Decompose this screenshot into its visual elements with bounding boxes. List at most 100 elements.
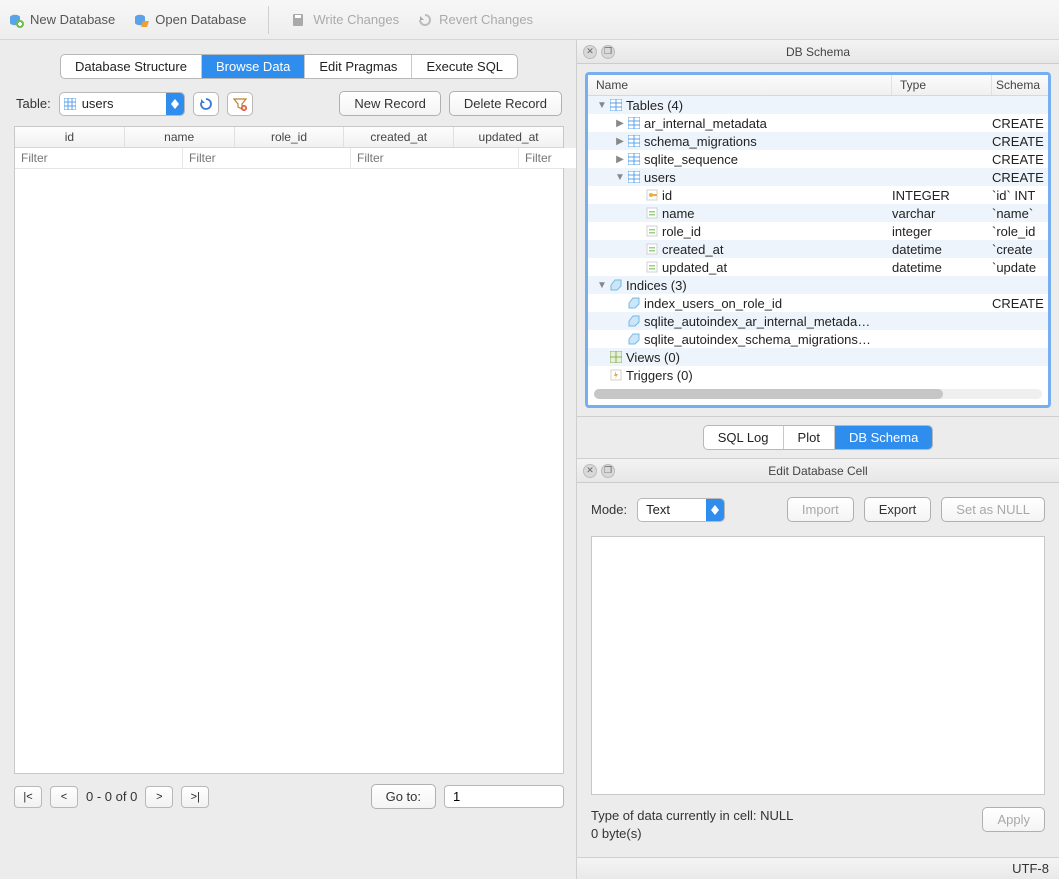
table-icon bbox=[626, 171, 642, 183]
tree-row-name: sqlite_sequence bbox=[642, 152, 892, 167]
page-prev-button[interactable]: < bbox=[50, 786, 78, 808]
write-changes-label: Write Changes bbox=[313, 12, 399, 27]
import-button[interactable]: Import bbox=[787, 497, 854, 522]
grid-header-id[interactable]: id bbox=[15, 127, 125, 147]
tab-edit-pragmas[interactable]: Edit Pragmas bbox=[305, 55, 412, 78]
tree-row-name: name bbox=[660, 206, 892, 221]
chevron-right-icon[interactable]: ▶ bbox=[614, 154, 626, 165]
write-changes-icon bbox=[291, 12, 307, 28]
write-changes-button[interactable]: Write Changes bbox=[291, 12, 399, 28]
chevron-right-icon[interactable]: ▶ bbox=[614, 136, 626, 147]
tree-row-name: id bbox=[660, 188, 892, 203]
tab-database-structure[interactable]: Database Structure bbox=[61, 55, 202, 78]
tree-row[interactable]: role_idinteger`role_id bbox=[588, 222, 1048, 240]
refresh-button[interactable] bbox=[193, 92, 219, 116]
tree-row[interactable]: updated_atdatetime`update bbox=[588, 258, 1048, 276]
grid-header-name[interactable]: name bbox=[125, 127, 235, 147]
apply-button[interactable]: Apply bbox=[982, 807, 1045, 832]
tree-row[interactable]: Triggers (0) bbox=[588, 366, 1048, 384]
tree-row-name: schema_migrations bbox=[642, 134, 892, 149]
status-bar: UTF-8 bbox=[577, 857, 1059, 879]
clear-filters-button[interactable] bbox=[227, 92, 253, 116]
tree-row-name: updated_at bbox=[660, 260, 892, 275]
page-first-button[interactable]: |< bbox=[14, 786, 42, 808]
delete-record-button[interactable]: Delete Record bbox=[449, 91, 562, 116]
data-grid: id name role_id created_at updated_at bbox=[14, 126, 564, 774]
filter-input-role-id[interactable] bbox=[351, 148, 519, 168]
goto-button[interactable]: Go to: bbox=[371, 784, 436, 809]
tree-row-schema: CREATE bbox=[992, 152, 1048, 167]
tree-row-schema: `role_id bbox=[992, 224, 1048, 239]
mode-select[interactable]: Text bbox=[637, 498, 725, 522]
chevron-right-icon[interactable]: ▶ bbox=[614, 118, 626, 129]
cell-editor-panel: ✕ ❐ Edit Database Cell Mode: Text Import bbox=[577, 459, 1059, 879]
cell-info-type: Type of data currently in cell: NULL bbox=[591, 807, 793, 825]
popout-panel-button[interactable]: ❐ bbox=[601, 45, 615, 59]
tree-row-schema: `update bbox=[992, 260, 1048, 275]
tree-row[interactable]: idINTEGER`id` INT bbox=[588, 186, 1048, 204]
filter-input-name[interactable] bbox=[183, 148, 351, 168]
close-cell-panel-button[interactable]: ✕ bbox=[583, 464, 597, 478]
tree-row[interactable]: ▶ar_internal_metadataCREATE bbox=[588, 114, 1048, 132]
tree-row-name: ar_internal_metadata bbox=[642, 116, 892, 131]
tree-row[interactable]: ▶ sqlite_sequence CREATE bbox=[588, 150, 1048, 168]
chevron-down-icon[interactable]: ▼ bbox=[614, 172, 626, 183]
grid-header-role-id[interactable]: role_id bbox=[235, 127, 345, 147]
tree-header-type[interactable]: Type bbox=[892, 75, 992, 95]
tree-row-schema: `id` INT bbox=[992, 188, 1048, 203]
tab-sql-log[interactable]: SQL Log bbox=[704, 426, 784, 449]
filter-input-id[interactable] bbox=[15, 148, 183, 168]
new-database-button[interactable]: New Database bbox=[8, 12, 115, 28]
tree-row-name: index_users_on_role_id bbox=[642, 296, 892, 311]
table-select-value: users bbox=[80, 96, 166, 111]
tree-header-schema[interactable]: Schema bbox=[992, 75, 1048, 95]
grid-header-created-at[interactable]: created_at bbox=[344, 127, 454, 147]
revert-changes-button[interactable]: Revert Changes bbox=[417, 12, 533, 28]
tab-execute-sql[interactable]: Execute SQL bbox=[412, 55, 517, 78]
tree-row[interactable]: sqlite_autoindex_schema_migrations… bbox=[588, 330, 1048, 348]
popout-cell-panel-button[interactable]: ❐ bbox=[601, 464, 615, 478]
tree-row[interactable]: Views (0) bbox=[588, 348, 1048, 366]
tree-row[interactable]: ▶schema_migrationsCREATE bbox=[588, 132, 1048, 150]
cell-text-area[interactable] bbox=[591, 536, 1045, 795]
index-icon bbox=[626, 315, 642, 327]
schema-tree: Name Type Schema ▼Tables (4) ▶ ar_internal… bbox=[585, 72, 1051, 408]
tree-row[interactable]: namevarchar`name` bbox=[588, 204, 1048, 222]
table-select[interactable]: users bbox=[59, 92, 185, 116]
new-database-label: New Database bbox=[30, 12, 115, 27]
toolbar-separator bbox=[268, 6, 269, 34]
grid-header: id name role_id created_at updated_at bbox=[15, 127, 563, 148]
page-last-button[interactable]: >| bbox=[181, 786, 209, 808]
table-icon bbox=[626, 135, 642, 147]
tree-header-name[interactable]: Name bbox=[588, 75, 892, 95]
grid-body[interactable] bbox=[15, 169, 563, 773]
tree-row[interactable]: index_users_on_role_idCREATE bbox=[588, 294, 1048, 312]
chevron-down-icon[interactable]: ▼ bbox=[596, 280, 608, 291]
tree-hscrollbar[interactable] bbox=[594, 389, 1042, 399]
tree-row[interactable]: created_atdatetime`create bbox=[588, 240, 1048, 258]
tab-browse-data[interactable]: Browse Data bbox=[202, 55, 305, 78]
page-next-button[interactable]: > bbox=[145, 786, 173, 808]
table-label: Table: bbox=[16, 96, 51, 111]
tree-row[interactable]: ▼usersCREATE bbox=[588, 168, 1048, 186]
tree-row[interactable]: sqlite_autoindex_ar_internal_metada… bbox=[588, 312, 1048, 330]
tree-row[interactable]: ▼Tables (4) bbox=[588, 96, 1048, 114]
right-pane: ✕ ❐ DB Schema Name Type Schema ▼Tables (… bbox=[576, 40, 1059, 879]
pager: |< < 0 - 0 of 0 > >| Go to: bbox=[14, 784, 564, 809]
new-record-button[interactable]: New Record bbox=[339, 91, 441, 116]
grid-header-updated-at[interactable]: updated_at bbox=[454, 127, 563, 147]
database-plus-icon bbox=[8, 12, 24, 28]
tree-row-schema: `create bbox=[992, 242, 1048, 257]
export-button[interactable]: Export bbox=[864, 497, 932, 522]
chevron-updown-icon bbox=[166, 92, 184, 116]
goto-input[interactable] bbox=[444, 785, 564, 808]
tree-row[interactable]: ▼Indices (3) bbox=[588, 276, 1048, 294]
set-null-button[interactable]: Set as NULL bbox=[941, 497, 1045, 522]
chevron-down-icon[interactable]: ▼ bbox=[596, 100, 608, 111]
open-database-label: Open Database bbox=[155, 12, 246, 27]
tab-db-schema[interactable]: DB Schema bbox=[835, 426, 932, 449]
tree-row-type: datetime bbox=[892, 242, 992, 257]
close-panel-button[interactable]: ✕ bbox=[583, 45, 597, 59]
open-database-button[interactable]: Open Database bbox=[133, 12, 246, 28]
tab-plot[interactable]: Plot bbox=[784, 426, 835, 449]
